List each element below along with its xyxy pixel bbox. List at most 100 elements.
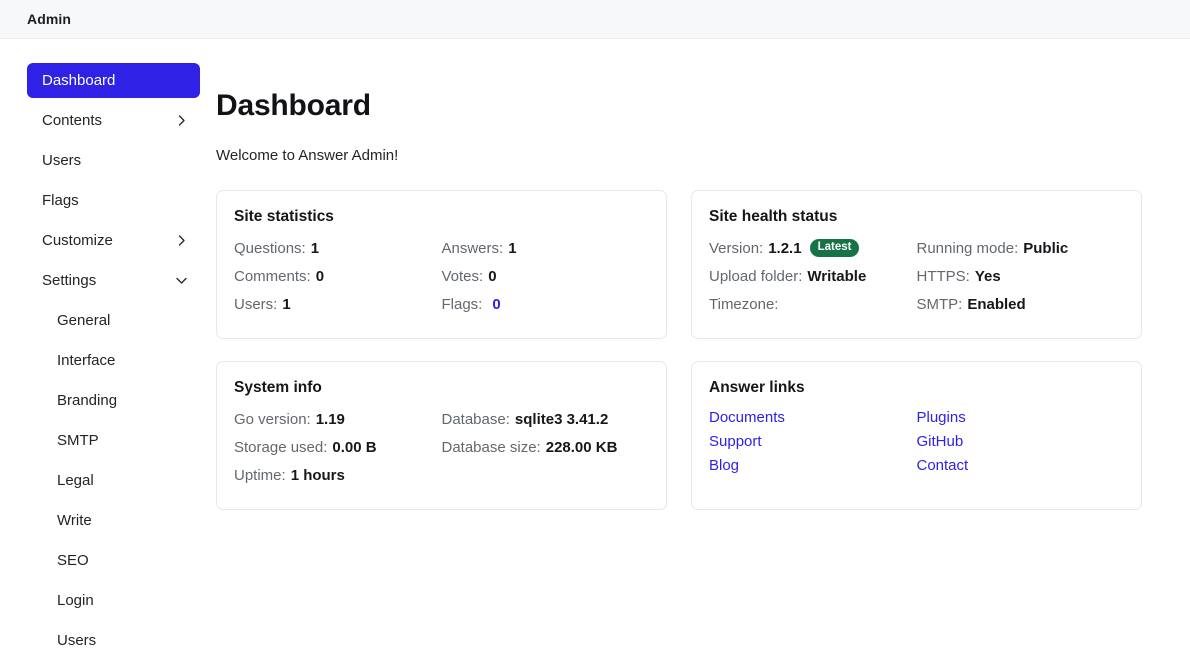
answer-link-row: Contact	[917, 453, 1125, 477]
stat-value: Public	[1023, 240, 1068, 257]
stat-value: 1	[282, 296, 290, 313]
sidebar: Dashboard Contents Users Flags Customize Sett…	[0, 39, 216, 657]
chevron-down-icon	[175, 274, 188, 287]
answer-link-row: Documents	[709, 405, 917, 429]
stat-label: Answers:	[442, 240, 504, 257]
stat-row: Timezone:	[709, 290, 917, 318]
answer-link-contact[interactable]: Contact	[917, 457, 969, 474]
system-column-right: Database:sqlite3 3.41.2 Database size: 228…	[442, 405, 650, 489]
health-rows: Version: 1.2.1 Latest Upload folder: Writabl…	[709, 234, 1124, 318]
stat-row: Database:sqlite3 3.41.2	[442, 405, 650, 433]
answer-links-column-left: Documents Support Blog	[709, 405, 917, 477]
card-title: Site statistics	[234, 208, 649, 226]
sidebar-subitem-seo[interactable]: SEO	[27, 543, 200, 578]
sidebar-item-label: Flags	[42, 192, 79, 209]
chevron-right-icon	[175, 234, 188, 247]
sidebar-subitem-write[interactable]: Write	[27, 503, 200, 538]
sidebar-item-settings[interactable]: Settings	[27, 263, 200, 298]
stat-row: Flags: 0	[442, 290, 650, 318]
stat-label: Upload folder:	[709, 268, 802, 285]
stat-column-left: Questions:1 Comments: 0 Users:1	[234, 234, 442, 318]
page-body: Dashboard Contents Users Flags Customize Sett…	[0, 39, 1190, 657]
stat-label: Go version:	[234, 411, 311, 428]
sidebar-subitem-users[interactable]: Users	[27, 623, 200, 657]
stat-row: Go version:1.19	[234, 405, 442, 433]
answer-link-row: Support	[709, 429, 917, 453]
stat-label: Database:	[442, 411, 510, 428]
stat-row: Users:1	[234, 290, 442, 318]
sidebar-item-users[interactable]: Users	[27, 143, 200, 178]
stat-row: Storage used: 0.00 B	[234, 433, 442, 461]
sidebar-subitem-smtp[interactable]: SMTP	[27, 423, 200, 458]
stat-value: 1 hours	[291, 467, 345, 484]
sidebar-subitem-label: SMTP	[57, 432, 99, 449]
welcome-text: Welcome to Answer Admin!	[216, 147, 1144, 164]
sidebar-subitem-general[interactable]: General	[27, 303, 200, 338]
answer-link-github[interactable]: GitHub	[917, 433, 964, 450]
sidebar-subitem-label: Legal	[57, 472, 94, 489]
system-rows: Go version:1.19 Storage used: 0.00 B Uptime…	[234, 405, 649, 489]
card-site-statistics: Site statistics Questions:1 Comments: 0 Use…	[216, 190, 667, 339]
stat-label: Timezone:	[709, 296, 778, 313]
stat-label: Storage used:	[234, 439, 327, 456]
stat-label: Comments:	[234, 268, 311, 285]
answer-link-plugins[interactable]: Plugins	[917, 409, 966, 426]
sidebar-item-label: Contents	[42, 112, 102, 129]
stat-row: Uptime: 1 hours	[234, 461, 442, 489]
dashboard-card-grid: Site statistics Questions:1 Comments: 0 Use…	[216, 190, 1144, 510]
sidebar-item-flags[interactable]: Flags	[27, 183, 200, 218]
answer-link-row: Blog	[709, 453, 917, 477]
answer-links-column-right: Plugins GitHub Contact	[917, 405, 1125, 477]
sidebar-item-contents[interactable]: Contents	[27, 103, 200, 138]
stat-value: Yes	[975, 268, 1001, 285]
card-system-info: System info Go version:1.19Storage used:…	[216, 361, 667, 510]
status-badge-latest: Latest	[810, 239, 860, 257]
stat-label: Flags:	[442, 296, 483, 313]
stat-row: Comments: 0	[234, 262, 442, 290]
answer-link-row: GitHub	[917, 429, 1125, 453]
sidebar-item-label: Customize	[42, 232, 113, 249]
stat-row: Questions:1	[234, 234, 442, 262]
answer-links-grid: Documents Support Blog Plugins GitHub Contac…	[709, 405, 1124, 477]
stat-row: Answers:1	[442, 234, 650, 262]
sidebar-item-label: Users	[42, 152, 81, 169]
answer-link-documents[interactable]: Documents	[709, 409, 785, 426]
stat-label: SMTP:	[917, 296, 963, 313]
stat-value-link[interactable]: 0	[492, 296, 500, 313]
stat-label: Uptime:	[234, 467, 286, 484]
stat-value: 1	[311, 240, 319, 257]
card-title: Site health status	[709, 208, 1124, 226]
stat-value: 228.00 KB	[546, 439, 618, 456]
sidebar-subitem-label: Login	[57, 592, 94, 609]
answer-link-blog[interactable]: Blog	[709, 457, 739, 474]
stat-value: 1	[508, 240, 516, 257]
main-content: Dashboard Welcome to Answer Admin! Site …	[216, 39, 1190, 510]
stat-row: Database size: 228.00 KB	[442, 433, 650, 461]
stat-value: 1.2.1	[768, 240, 801, 257]
stat-row: Version: 1.2.1 Latest	[709, 234, 917, 262]
top-bar: Admin	[0, 0, 1190, 39]
card-answer-links: Answer links Documents Support Blog Plugin…	[691, 361, 1142, 510]
system-column-left: Go version:1.19 Storage used: 0.00 B Uptime…	[234, 405, 442, 489]
answer-link-support[interactable]: Support	[709, 433, 762, 450]
stat-value: 0	[316, 268, 324, 285]
sidebar-subitem-login[interactable]: Login	[27, 583, 200, 618]
stat-label: Votes:	[442, 268, 484, 285]
chevron-right-icon	[175, 114, 188, 127]
sidebar-subitem-legal[interactable]: Legal	[27, 463, 200, 498]
sidebar-subitem-label: Branding	[57, 392, 117, 409]
sidebar-subitem-label: Users	[57, 632, 96, 649]
sidebar-subitem-label: Write	[57, 512, 92, 529]
sidebar-subitem-branding[interactable]: Branding	[27, 383, 200, 418]
sidebar-subitem-label: SEO	[57, 552, 89, 569]
stat-value: Writable	[807, 268, 866, 285]
health-column-left: Version: 1.2.1 Latest Upload folder: Writabl…	[709, 234, 917, 318]
stat-label: Database size:	[442, 439, 541, 456]
stat-label: Version:	[709, 240, 763, 257]
card-title: Answer links	[709, 379, 1124, 397]
sidebar-subitem-interface[interactable]: Interface	[27, 343, 200, 378]
sidebar-item-dashboard[interactable]: Dashboard	[27, 63, 200, 98]
stat-value: 0.00 B	[332, 439, 376, 456]
sidebar-item-label: Dashboard	[42, 72, 115, 89]
sidebar-item-customize[interactable]: Customize	[27, 223, 200, 258]
